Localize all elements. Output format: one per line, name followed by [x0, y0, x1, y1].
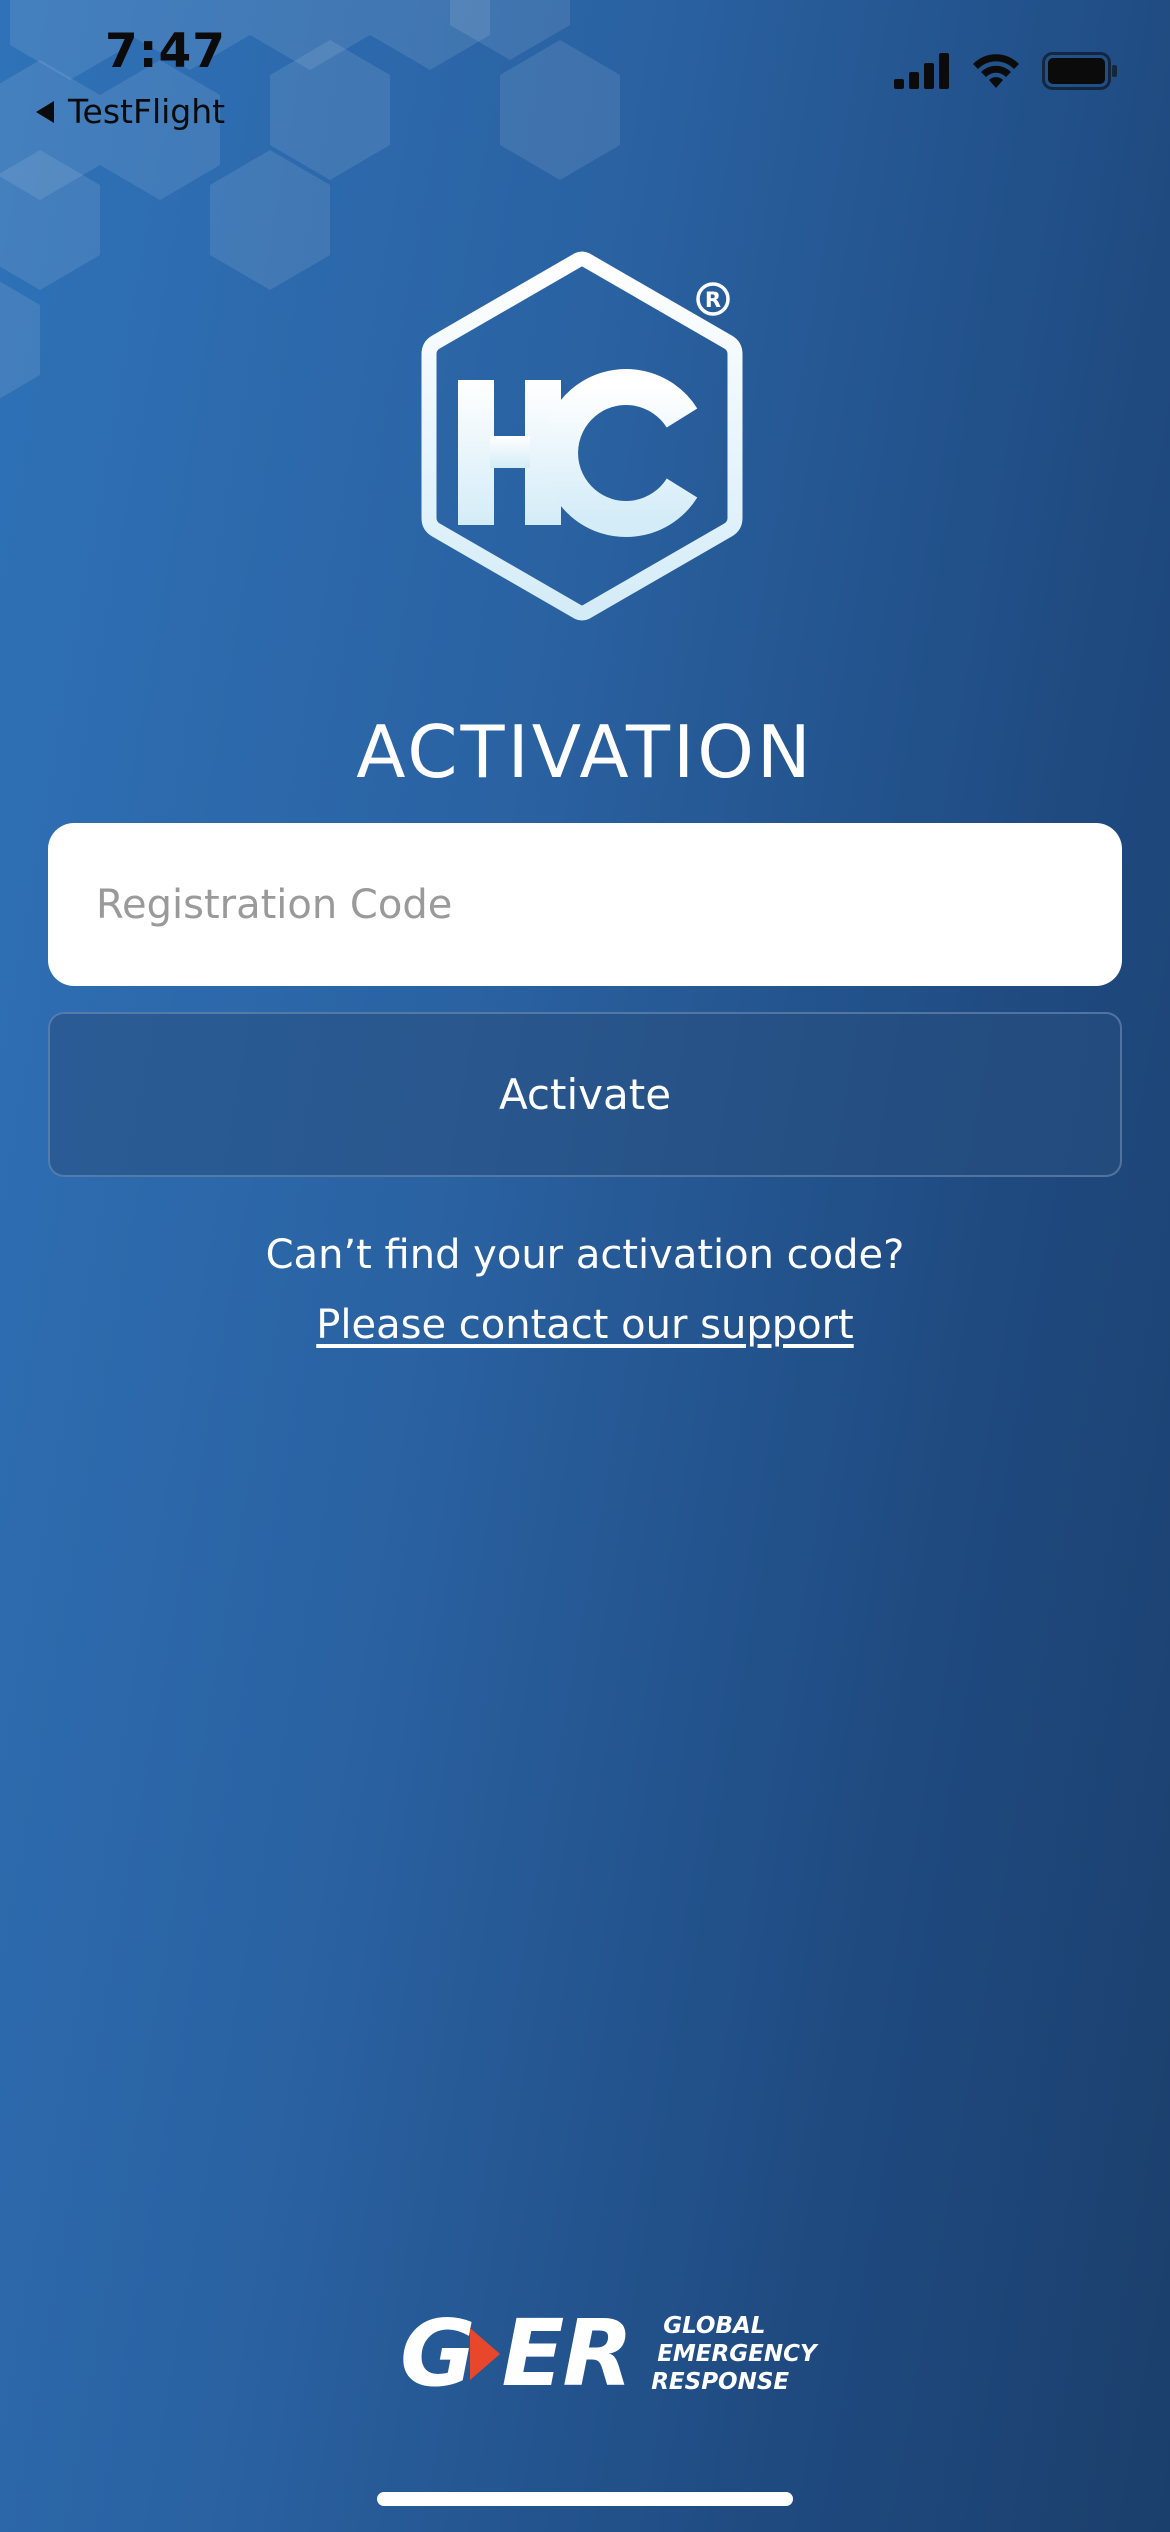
red-arrow-icon: [469, 2327, 500, 2380]
cellular-signal-icon: [894, 53, 949, 89]
svg-text:R: R: [705, 288, 721, 312]
back-to-testflight-button[interactable]: TestFlight: [36, 92, 225, 131]
hc-logo: R: [421, 251, 743, 621]
contact-support-link[interactable]: Please contact our support: [0, 1302, 1170, 1348]
ger-line-response: RESPONSE: [651, 2368, 790, 2395]
back-arrow-icon: [36, 100, 54, 123]
ger-tagline: GLOBAL EMERGENCY RESPONSE: [651, 2312, 816, 2396]
back-label: TestFlight: [68, 92, 226, 131]
battery-icon: [1042, 52, 1117, 90]
activation-code-question: Can’t find your activation code?: [265, 1232, 905, 1278]
page-title: ACTIVATION: [356, 710, 814, 794]
home-indicator[interactable]: [377, 2492, 793, 2506]
status-time: 7:47: [105, 24, 226, 79]
ger-line-emergency: EMERGENCY: [657, 2340, 817, 2367]
status-icons: [894, 52, 1118, 90]
ger-wordmark: G ER: [400, 2300, 633, 2407]
activate-button[interactable]: Activate: [48, 1012, 1122, 1177]
ger-logo: G ER GLOBAL EMERGENCY RESPONSE: [400, 2300, 817, 2407]
wifi-icon: [973, 54, 1019, 88]
ger-line-global: GLOBAL: [663, 2312, 766, 2339]
registration-code-input[interactable]: [48, 823, 1122, 986]
